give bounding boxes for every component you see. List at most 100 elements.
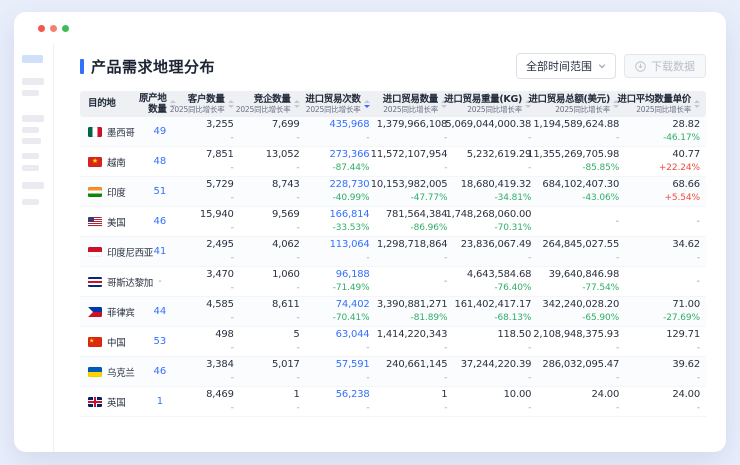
metric-value[interactable]: 273,366 [329,149,369,161]
metric-cell: 4,585- [182,297,240,326]
metric-cell: - [625,267,706,296]
origin-count-value[interactable]: 46 [153,216,166,227]
column-header-5[interactable]: 进口贸易数量2025同比增长率 [376,91,453,117]
metric-cell: 8,743- [240,177,306,206]
metric-growth: -34.81% [494,193,531,204]
metric-growth: - [528,343,531,354]
column-header-3[interactable]: 竞企数量2025同比增长率 [240,91,306,117]
empty-value: - [696,276,700,287]
metric-growth: - [231,313,234,324]
metric-cell: 23,836,067.49- [453,237,537,266]
maximize-window-icon [62,25,69,32]
metric-cell: 8,469- [182,387,240,416]
metric-value: 71.00 [672,299,700,311]
metric-growth: -76.40% [494,283,531,294]
metric-cell: 8,611- [240,297,306,326]
column-header-text: 进口平均数量单价2025同比增长率 [617,94,691,115]
sort-carets-icon[interactable] [694,100,700,108]
metric-growth: - [231,193,234,204]
metric-value[interactable]: 57,591 [336,359,370,371]
metric-cell: 7,851- [182,147,240,176]
origin-count-value[interactable]: 51 [153,186,166,197]
time-range-select[interactable]: 全部时间范围 [516,53,616,79]
download-data-button[interactable]: 下载数据 [624,54,706,78]
metric-cell: 15,940- [182,207,240,236]
metric-value: 10.00 [504,389,532,401]
page-title-text: 产品需求地理分布 [91,56,215,77]
metric-growth: - [366,403,369,414]
sort-asc-icon[interactable] [364,100,370,103]
metric-cell: 435,968- [306,117,376,146]
metric-value: 40.77 [672,149,700,161]
metric-value[interactable]: 166,814 [330,209,370,221]
metric-growth: - [444,163,447,174]
metric-value: 28.82 [672,119,700,131]
sidebar-placeholder-item [22,165,39,171]
origin-count-value[interactable]: 46 [154,366,167,377]
sort-carets-icon[interactable] [294,100,300,108]
metric-cell: 161,402,417.17-68.13% [453,297,537,326]
sort-asc-icon[interactable] [694,100,700,103]
column-header-6[interactable]: 进口贸易重量(KG)2025同比增长率 [453,91,537,117]
page-title: 产品需求地理分布 [80,56,215,77]
metric-value[interactable]: 63,044 [336,329,370,341]
table-row: 美国4615,940-9,569-166,814-33.53%781,564,3… [80,207,706,237]
metric-value[interactable]: 228,730 [330,179,370,191]
metric-value[interactable]: 96,188 [336,269,370,281]
metric-value[interactable]: 113,064 [330,239,370,251]
column-header-0: 目的地 [80,91,146,117]
sort-asc-icon[interactable] [228,100,234,103]
column-header-4[interactable]: 进口贸易次数2025同比增长率 [306,91,376,117]
main-content: 产品需求地理分布 全部时间范围 [54,44,726,452]
metric-value[interactable]: 74,402 [336,299,370,311]
origin-count-value[interactable]: 49 [153,126,166,137]
origin-count-value[interactable]: 44 [154,306,167,317]
sort-asc-icon[interactable] [294,100,300,103]
flag-ua-icon [88,367,102,377]
sidebar-placeholder-item [22,153,39,159]
metric-value[interactable]: 56,238 [336,389,370,401]
table-row: 乌克兰463,384-5,017-57,591-240,661,145-37,2… [80,357,706,387]
metric-cell: 3,384- [182,357,240,386]
sort-carets-icon[interactable] [364,100,370,108]
download-icon [635,61,646,72]
sort-desc-icon[interactable] [294,105,300,108]
metric-value: 24.00 [592,389,620,401]
sort-desc-icon[interactable] [364,105,370,108]
metric-growth: - [296,163,299,174]
metric-value: 1 [293,389,299,401]
table-body: 墨西哥493,255-7,699-435,968-1,379,966,108-5… [80,117,706,417]
metric-value: 13,052 [266,149,300,161]
origin-count-value: - [158,276,162,287]
destination-name: 英国 [107,395,125,409]
origin-count-value[interactable]: 53 [153,336,166,347]
sort-desc-icon[interactable] [228,105,234,108]
column-header-7[interactable]: 进口贸易总额(美元)2025同比增长率 [537,91,625,117]
column-label: 目的地 [88,98,116,109]
metric-value: 2,108,948,375.93 [533,329,619,341]
column-header-text: 进口贸易重量(KG)2025同比增长率 [444,94,522,115]
column-header-8[interactable]: 进口平均数量单价2025同比增长率 [625,91,706,117]
sort-desc-icon[interactable] [694,105,700,108]
metric-value: 1,298,718,864 [377,239,448,251]
metric-growth: -68.13% [494,313,531,324]
metric-value[interactable]: 435,968 [329,119,369,131]
metric-growth: - [697,343,700,354]
metric-growth: - [616,373,619,384]
column-sublabel: 2025同比增长率 [170,105,225,114]
sort-carets-icon[interactable] [228,100,234,108]
origin-count-value[interactable]: 41 [154,246,167,257]
metric-cell: 228,730-40.99% [306,177,376,206]
metric-growth: - [231,373,234,384]
table-row: 菲律宾444,585-8,611-74,402-70.41%3,390,881,… [80,297,706,327]
origin-count-cell: 44 [146,297,182,326]
column-header-2[interactable]: 客户数量2025同比增长率 [182,91,240,117]
origin-count-value[interactable]: 1 [157,396,163,407]
origin-count-value[interactable]: 48 [153,156,166,167]
flag-us-icon [88,217,102,227]
metric-growth: -47.77% [411,193,448,204]
metric-growth: -81.89% [411,313,448,324]
metric-growth: - [528,373,531,384]
metric-value: 18,680,419.32 [461,179,532,191]
metric-growth: - [444,373,447,384]
